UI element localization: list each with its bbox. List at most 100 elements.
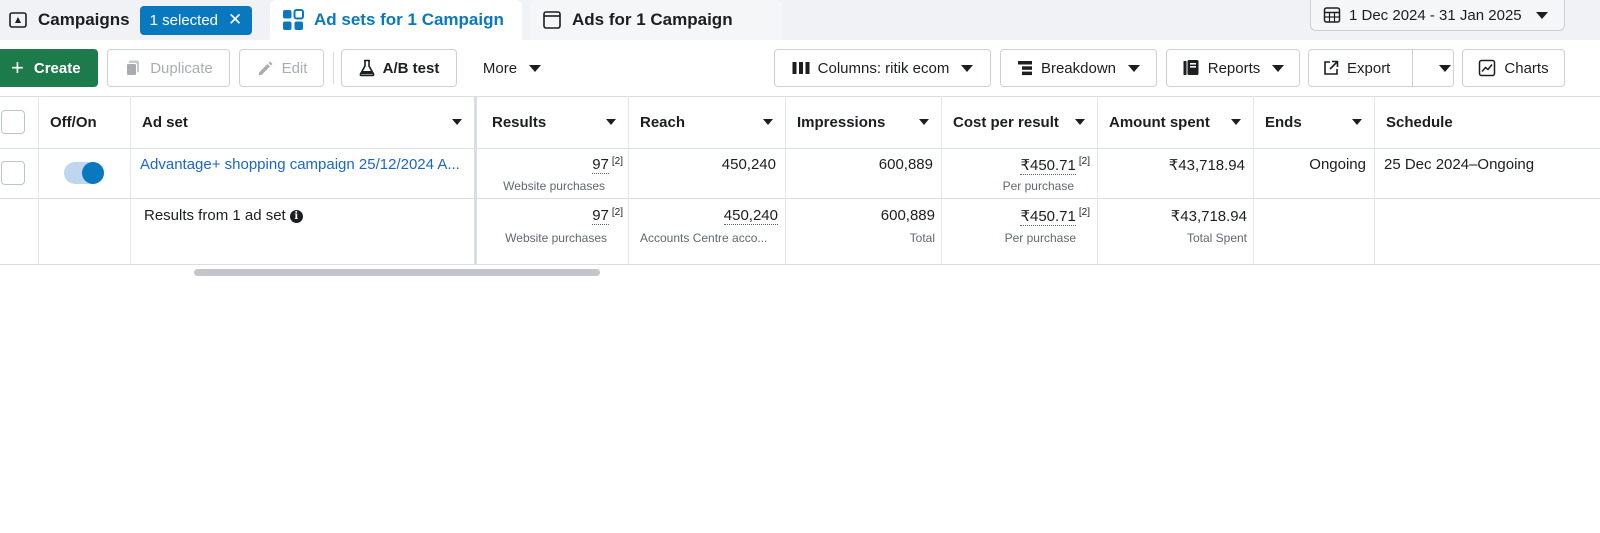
tab-campaigns-label: Campaigns bbox=[38, 10, 130, 29]
summary-bottom-border bbox=[0, 264, 1600, 265]
row-results-number[interactable]: 97 bbox=[592, 156, 609, 174]
tab-ads[interactable]: Ads for 1 Campaign bbox=[530, 0, 782, 40]
clear-selection-icon[interactable]: ✕ bbox=[228, 10, 242, 30]
sort-caret-icon[interactable] bbox=[1352, 119, 1362, 125]
chevron-down-icon bbox=[1535, 11, 1548, 19]
duplicate-button[interactable]: Duplicate bbox=[107, 49, 230, 87]
row-checkbox[interactable] bbox=[1, 161, 25, 185]
ad-set-on-off-toggle[interactable] bbox=[64, 162, 104, 184]
summary-label: Results from 1 ad set i bbox=[144, 207, 303, 224]
breakdown-button[interactable]: Breakdown bbox=[1000, 49, 1157, 87]
header-ad-set[interactable]: Ad set bbox=[130, 96, 474, 148]
summary-results-number[interactable]: 97 bbox=[592, 207, 609, 225]
header-reach-label: Reach bbox=[640, 113, 686, 131]
tab-ad-sets[interactable]: Ad sets for 1 Campaign bbox=[270, 0, 522, 40]
export-dropdown-icon[interactable] bbox=[1439, 65, 1451, 72]
sort-caret-icon[interactable] bbox=[1231, 119, 1241, 125]
header-amount-spent[interactable]: Amount spent bbox=[1097, 96, 1253, 148]
sort-caret-icon[interactable] bbox=[1075, 119, 1085, 125]
flask-icon bbox=[359, 59, 375, 77]
tab-strip: Campaigns 1 selected ✕ Ad sets for 1 Cam… bbox=[0, 0, 1600, 40]
calendar-icon bbox=[1323, 7, 1341, 23]
header-ends-label: Ends bbox=[1265, 113, 1302, 131]
date-range-picker[interactable]: 1 Dec 2024 - 31 Jan 2025 bbox=[1310, 0, 1565, 31]
row-bottom-border bbox=[0, 198, 1600, 199]
tab-campaigns[interactable]: Campaigns 1 selected ✕ bbox=[0, 0, 262, 40]
header-bottom-border bbox=[0, 148, 1600, 149]
row-cost-sub: Per purchase bbox=[1002, 179, 1074, 193]
ad-set-name-link[interactable]: Advantage+ shopping campaign 25/12/2024 … bbox=[140, 156, 466, 173]
tab-ads-label: Ads for 1 Campaign bbox=[572, 10, 733, 29]
chevron-down-icon bbox=[1272, 64, 1285, 72]
summary-cost-number[interactable]: ₹450.71 bbox=[1020, 208, 1076, 226]
breakdown-icon bbox=[1017, 60, 1033, 76]
header-off-on-label: Off/On bbox=[50, 113, 97, 131]
columns-button[interactable]: Columns: ritik ecom bbox=[774, 49, 991, 87]
sort-caret-icon[interactable] bbox=[763, 119, 773, 125]
header-impressions-label: Impressions bbox=[797, 113, 886, 131]
selected-count-label: 1 selected bbox=[149, 11, 219, 29]
toolbar-divider bbox=[333, 52, 334, 84]
edit-label: Edit bbox=[281, 59, 308, 77]
summary-results-value: 97 [2] bbox=[480, 207, 623, 225]
ad-sets-grid-icon bbox=[283, 9, 304, 30]
export-icon bbox=[1323, 60, 1339, 76]
header-results[interactable]: Results bbox=[480, 96, 628, 148]
info-icon[interactable]: i bbox=[289, 210, 303, 223]
breakdown-label: Breakdown bbox=[1040, 59, 1117, 77]
row-amount-spent-value: ₹43,718.94 bbox=[1168, 157, 1245, 174]
header-cost-per-result[interactable]: Cost per result bbox=[941, 96, 1097, 148]
sort-caret-icon[interactable] bbox=[606, 119, 616, 125]
select-all-checkbox[interactable] bbox=[1, 110, 25, 134]
header-schedule[interactable]: Schedule bbox=[1374, 96, 1600, 148]
horizontal-scrollbar[interactable] bbox=[194, 269, 600, 276]
sort-caret-icon[interactable] bbox=[452, 119, 462, 125]
charts-button[interactable]: Charts bbox=[1462, 49, 1565, 87]
duplicate-label: Duplicate bbox=[150, 59, 213, 77]
header-off-on[interactable]: Off/On bbox=[38, 96, 130, 148]
row-impressions-value: 600,889 bbox=[878, 156, 933, 173]
ab-test-label: A/B test bbox=[382, 59, 440, 77]
header-impressions[interactable]: Impressions bbox=[785, 96, 941, 148]
summary-cost-value: ₹450.71 [2] bbox=[941, 207, 1090, 226]
more-label: More bbox=[482, 59, 518, 77]
header-amount-spent-label: Amount spent bbox=[1109, 113, 1210, 131]
header-ends[interactable]: Ends bbox=[1253, 96, 1374, 148]
campaigns-folder-icon bbox=[9, 12, 27, 28]
more-button[interactable]: More bbox=[467, 49, 557, 87]
frozen-col-divider[interactable] bbox=[474, 96, 477, 264]
row-results-footnote[interactable]: [2] bbox=[612, 156, 623, 167]
export-button[interactable]: Export bbox=[1308, 49, 1454, 87]
summary-reach-sub: Accounts Centre acco... bbox=[640, 231, 768, 245]
summary-impressions-sub: Total bbox=[909, 231, 935, 245]
row-cost-number[interactable]: ₹450.71 bbox=[1020, 157, 1076, 175]
reports-button[interactable]: Reports bbox=[1166, 49, 1300, 87]
summary-amount-spent-value: ₹43,718.94 bbox=[1170, 208, 1247, 225]
summary-results-footnote[interactable]: [2] bbox=[612, 207, 623, 218]
header-results-label: Results bbox=[492, 113, 547, 131]
sort-caret-icon[interactable] bbox=[919, 119, 929, 125]
pencil-icon bbox=[256, 59, 274, 77]
selected-count-chip[interactable]: 1 selected ✕ bbox=[139, 5, 253, 35]
row-ends-value: Ongoing bbox=[1309, 156, 1366, 173]
summary-cost-sub: Per purchase bbox=[1004, 231, 1076, 245]
plus-icon: + bbox=[11, 55, 24, 80]
summary-label-text: Results from 1 ad set bbox=[144, 207, 286, 224]
reports-label: Reports bbox=[1207, 59, 1261, 77]
row-reach-value: 450,240 bbox=[721, 156, 776, 173]
ab-test-button[interactable]: A/B test bbox=[341, 49, 457, 87]
ads-window-icon bbox=[543, 11, 561, 29]
summary-cost-footnote[interactable]: [2] bbox=[1079, 207, 1090, 218]
header-ad-set-label: Ad set bbox=[142, 113, 188, 131]
header-reach[interactable]: Reach bbox=[628, 96, 785, 148]
chart-line-icon bbox=[1478, 59, 1496, 77]
edit-button[interactable]: Edit bbox=[239, 49, 324, 87]
create-label: Create bbox=[33, 59, 81, 77]
duplicate-icon bbox=[124, 59, 142, 77]
columns-label: Columns: ritik ecom bbox=[817, 59, 950, 77]
create-button[interactable]: + Create bbox=[0, 49, 98, 87]
columns-icon bbox=[792, 61, 810, 75]
reports-book-icon bbox=[1182, 59, 1200, 77]
summary-reach-number[interactable]: 450,240 bbox=[723, 207, 778, 225]
row-cost-footnote[interactable]: [2] bbox=[1079, 156, 1090, 167]
